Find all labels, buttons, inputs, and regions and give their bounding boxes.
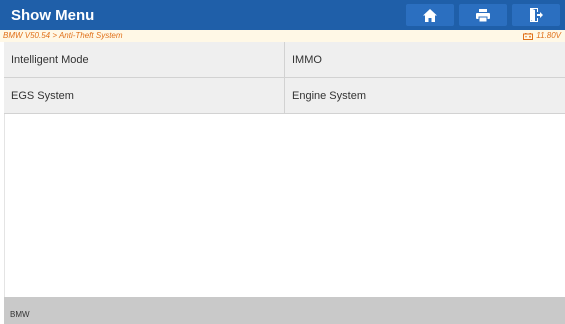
exit-icon xyxy=(530,8,543,22)
print-button[interactable] xyxy=(459,4,507,26)
breadcrumb-bar: BMW V50.54 > Anti-Theft System 11.80V xyxy=(0,30,565,42)
home-icon xyxy=(423,8,437,22)
home-button[interactable] xyxy=(406,4,454,26)
print-icon xyxy=(476,8,490,22)
menu-item-label: Intelligent Mode xyxy=(11,53,89,66)
menu-item-intelligent-mode[interactable]: Intelligent Mode xyxy=(4,42,284,77)
content-area xyxy=(4,114,565,297)
menu-item-label: EGS System xyxy=(11,89,74,102)
menu-row: Intelligent Mode IMMO xyxy=(4,42,565,78)
menu-item-label: Engine System xyxy=(292,89,366,102)
title-bar: Show Menu xyxy=(0,0,565,30)
menu-row: EGS System Engine System xyxy=(4,78,565,114)
menu-item-egs-system[interactable]: EGS System xyxy=(4,78,284,113)
battery-voltage: 11.80V xyxy=(523,30,561,42)
app-window: Show Menu BMW V50.54 > Anti-Theft System xyxy=(0,0,565,324)
menu-item-engine-system[interactable]: Engine System xyxy=(284,78,565,113)
menu-item-label: IMMO xyxy=(292,53,322,66)
voltage-value: 11.80V xyxy=(536,31,561,40)
breadcrumb: BMW V50.54 > Anti-Theft System xyxy=(3,31,123,40)
battery-icon xyxy=(523,32,534,40)
menu-grid: Intelligent Mode IMMO EGS System Engine … xyxy=(4,42,565,114)
footer-bar: BMW xyxy=(4,297,565,324)
footer-label: BMW xyxy=(10,310,30,319)
exit-button[interactable] xyxy=(512,4,560,26)
menu-item-immo[interactable]: IMMO xyxy=(284,42,565,77)
